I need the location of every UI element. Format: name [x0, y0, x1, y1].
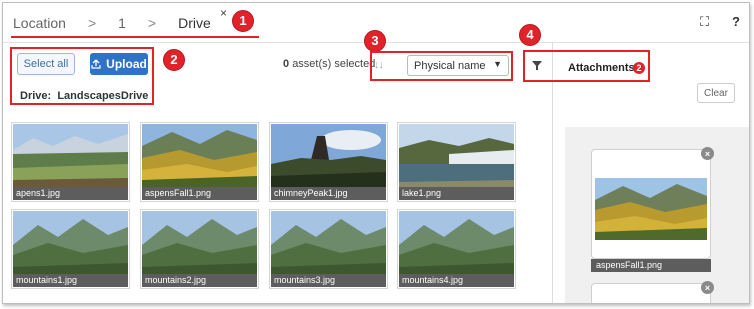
breadcrumb-separator: >: [147, 15, 157, 31]
breadcrumb: Location > 1 > Drive: [13, 12, 211, 34]
attachment-card[interactable]: [591, 149, 711, 259]
assets-dialog: Location > 1 > Drive × ⛶ ? 1 Select all …: [2, 2, 750, 304]
asset-name: lake1.png: [399, 187, 514, 200]
asset-image: [13, 124, 128, 188]
asset-image: [399, 211, 514, 275]
remove-attachment-icon[interactable]: ×: [701, 147, 714, 160]
expand-icon[interactable]: ⛶: [700, 15, 709, 29]
attachments-count-badge: 2: [633, 62, 645, 74]
upload-button[interactable]: Upload: [90, 53, 148, 75]
asset-thumbnail-card[interactable]: mountains1.jpg: [11, 209, 130, 289]
clear-button[interactable]: Clear: [697, 83, 735, 103]
breadcrumb-location[interactable]: Location: [13, 15, 66, 31]
asset-name: apens1.jpg: [13, 187, 128, 200]
asset-image: [13, 211, 128, 275]
chevron-down-icon: ▼: [493, 59, 502, 69]
asset-image: [271, 211, 386, 275]
asset-image: [142, 124, 257, 188]
select-all-button[interactable]: Select all: [17, 53, 75, 75]
attachment-thumbnail: [595, 178, 707, 240]
callout-badge-4: 4: [519, 24, 541, 46]
breadcrumb-separator: >: [87, 15, 97, 31]
asset-thumbnail-card[interactable]: lake1.png: [397, 122, 516, 202]
close-breadcrumb-icon[interactable]: ×: [220, 7, 227, 19]
asset-thumbnail-card[interactable]: mountains3.jpg: [269, 209, 388, 289]
asset-image: [142, 211, 257, 275]
selection-count: 0 asset(s) selected: [283, 58, 376, 70]
asset-image: [399, 124, 514, 188]
callout-badge-2: 2: [163, 49, 185, 71]
upload-button-label: Upload: [106, 57, 147, 71]
asset-name: mountains4.jpg: [399, 274, 514, 287]
tab-attachments[interactable]: Attachments: [568, 62, 635, 74]
asset-name: mountains2.jpg: [142, 274, 257, 287]
callout-badge-3: 3: [364, 30, 386, 52]
upload-icon: [91, 59, 101, 69]
pane-divider: [552, 43, 553, 303]
asset-thumbnail-card[interactable]: mountains4.jpg: [397, 209, 516, 289]
sort-direction-icon[interactable]: ↓↓: [374, 59, 384, 71]
remove-attachment-icon[interactable]: ×: [701, 281, 714, 294]
breadcrumb-folder[interactable]: 1: [118, 15, 126, 31]
asset-thumbnail-card[interactable]: aspensFall1.png: [140, 122, 259, 202]
asset-name: mountains3.jpg: [271, 274, 386, 287]
attachment-name: aspensFall1.png: [591, 259, 711, 272]
asset-name: aspensFall1.png: [142, 187, 257, 200]
breadcrumb-highlight-underline: [11, 36, 259, 38]
asset-thumbnail-card[interactable]: apens1.jpg: [11, 122, 130, 202]
attachment-card[interactable]: [591, 283, 711, 303]
asset-thumbnail-card[interactable]: mountains2.jpg: [140, 209, 259, 289]
breadcrumb-drive[interactable]: Drive: [178, 15, 211, 31]
sort-select-value: Physical name: [414, 59, 486, 72]
help-icon[interactable]: ?: [732, 15, 740, 29]
callout-badge-1: 1: [232, 10, 254, 32]
drive-name: LandscapesDrive: [57, 90, 149, 102]
asset-image: [271, 124, 386, 188]
asset-thumbnail-card[interactable]: chimneyPeak1.jpg: [269, 122, 388, 202]
asset-name: mountains1.jpg: [13, 274, 128, 287]
filter-icon-stem: [536, 66, 538, 70]
sort-select[interactable]: Physical name ▼: [407, 55, 509, 76]
drive-label: Drive: LandscapesDrive: [20, 90, 149, 102]
asset-name: chimneyPeak1.jpg: [271, 187, 386, 200]
